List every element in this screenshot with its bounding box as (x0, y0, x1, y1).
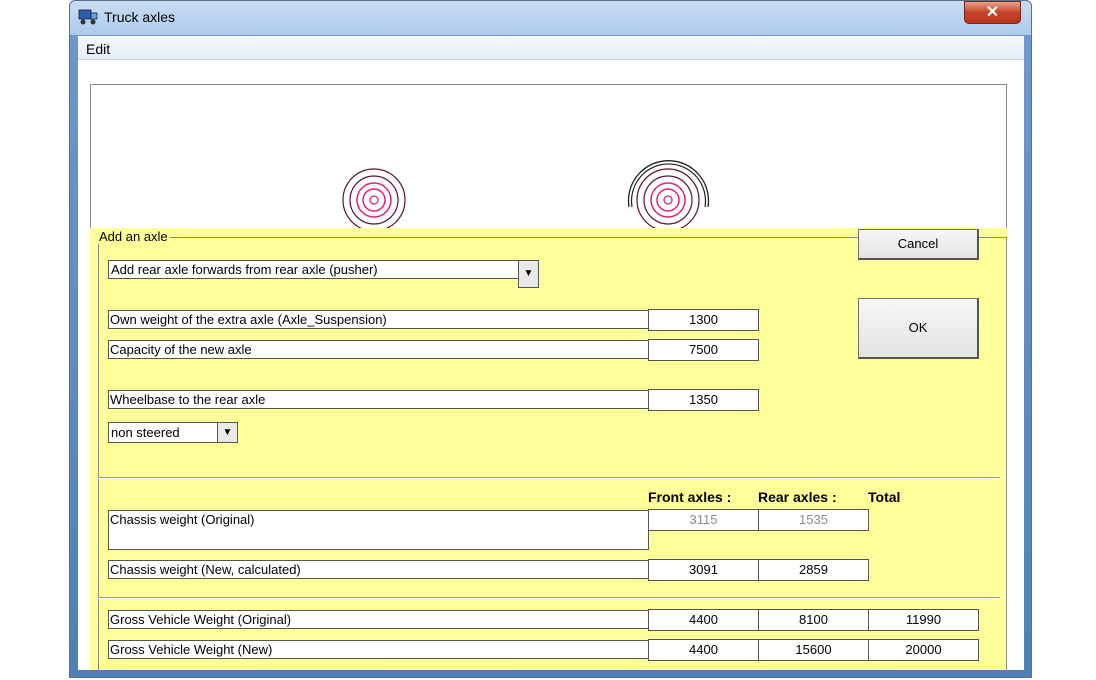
chevron-down-icon: ▼ (523, 268, 534, 279)
axle-type-select[interactable]: Add rear axle forwards from rear axle (p… (108, 260, 519, 279)
close-button[interactable]: ✕ (964, 1, 1021, 24)
own-weight-label: Own weight of the extra axle (Axle_Suspe… (108, 310, 649, 329)
wheelbase-input[interactable]: 1350 (648, 389, 759, 411)
wheelbase-label: Wheelbase to the rear axle (108, 390, 649, 409)
chassis-new-label: Chassis weight (New, calculated) (108, 560, 649, 579)
steering-select[interactable]: non steered (108, 422, 218, 443)
window-title: Truck axles (104, 9, 176, 25)
axle-drawing-area (90, 84, 1007, 229)
separator (98, 597, 1000, 599)
capacity-input[interactable]: 7500 (648, 339, 759, 361)
gvw-new-front: 4400 (648, 639, 759, 661)
gvw-original-label: Gross Vehicle Weight (Original) (108, 610, 649, 629)
gvw-original-total: 11990 (868, 609, 979, 631)
chassis-original-front: 3115 (648, 509, 759, 531)
rear-wheel-icon (627, 160, 710, 228)
gvw-new-rear: 15600 (758, 639, 869, 661)
groupbox-title: Add an axle (97, 229, 170, 244)
chevron-down-icon: ▼ (222, 427, 233, 438)
ok-button[interactable]: OK (858, 298, 979, 359)
chassis-original-label: Chassis weight (Original) (108, 510, 649, 550)
menu-bar (78, 36, 1024, 60)
menu-edit[interactable]: Edit (86, 41, 110, 57)
header-rear-axles: Rear axles : (758, 489, 837, 505)
truck-icon (78, 9, 98, 25)
header-front-axles: Front axles : (648, 489, 732, 505)
steering-dropdown-button[interactable]: ▼ (217, 422, 238, 443)
gvw-original-rear: 8100 (758, 609, 869, 631)
gvw-new-total: 20000 (868, 639, 979, 661)
front-wheel-icon (342, 168, 406, 228)
cancel-button[interactable]: Cancel (858, 229, 979, 260)
capacity-label: Capacity of the new axle (108, 340, 649, 359)
axle-drawing (342, 160, 710, 228)
gvw-new-label: Gross Vehicle Weight (New) (108, 640, 649, 659)
separator (98, 477, 1000, 479)
chassis-new-front: 3091 (648, 559, 759, 581)
gvw-original-front: 4400 (648, 609, 759, 631)
chassis-original-rear: 1535 (758, 509, 869, 531)
title-bar[interactable] (70, 1, 1031, 35)
chassis-new-rear: 2859 (758, 559, 869, 581)
axle-type-dropdown-button[interactable]: ▼ (518, 260, 539, 288)
own-weight-input[interactable]: 1300 (648, 309, 759, 331)
header-total: Total (868, 489, 901, 505)
